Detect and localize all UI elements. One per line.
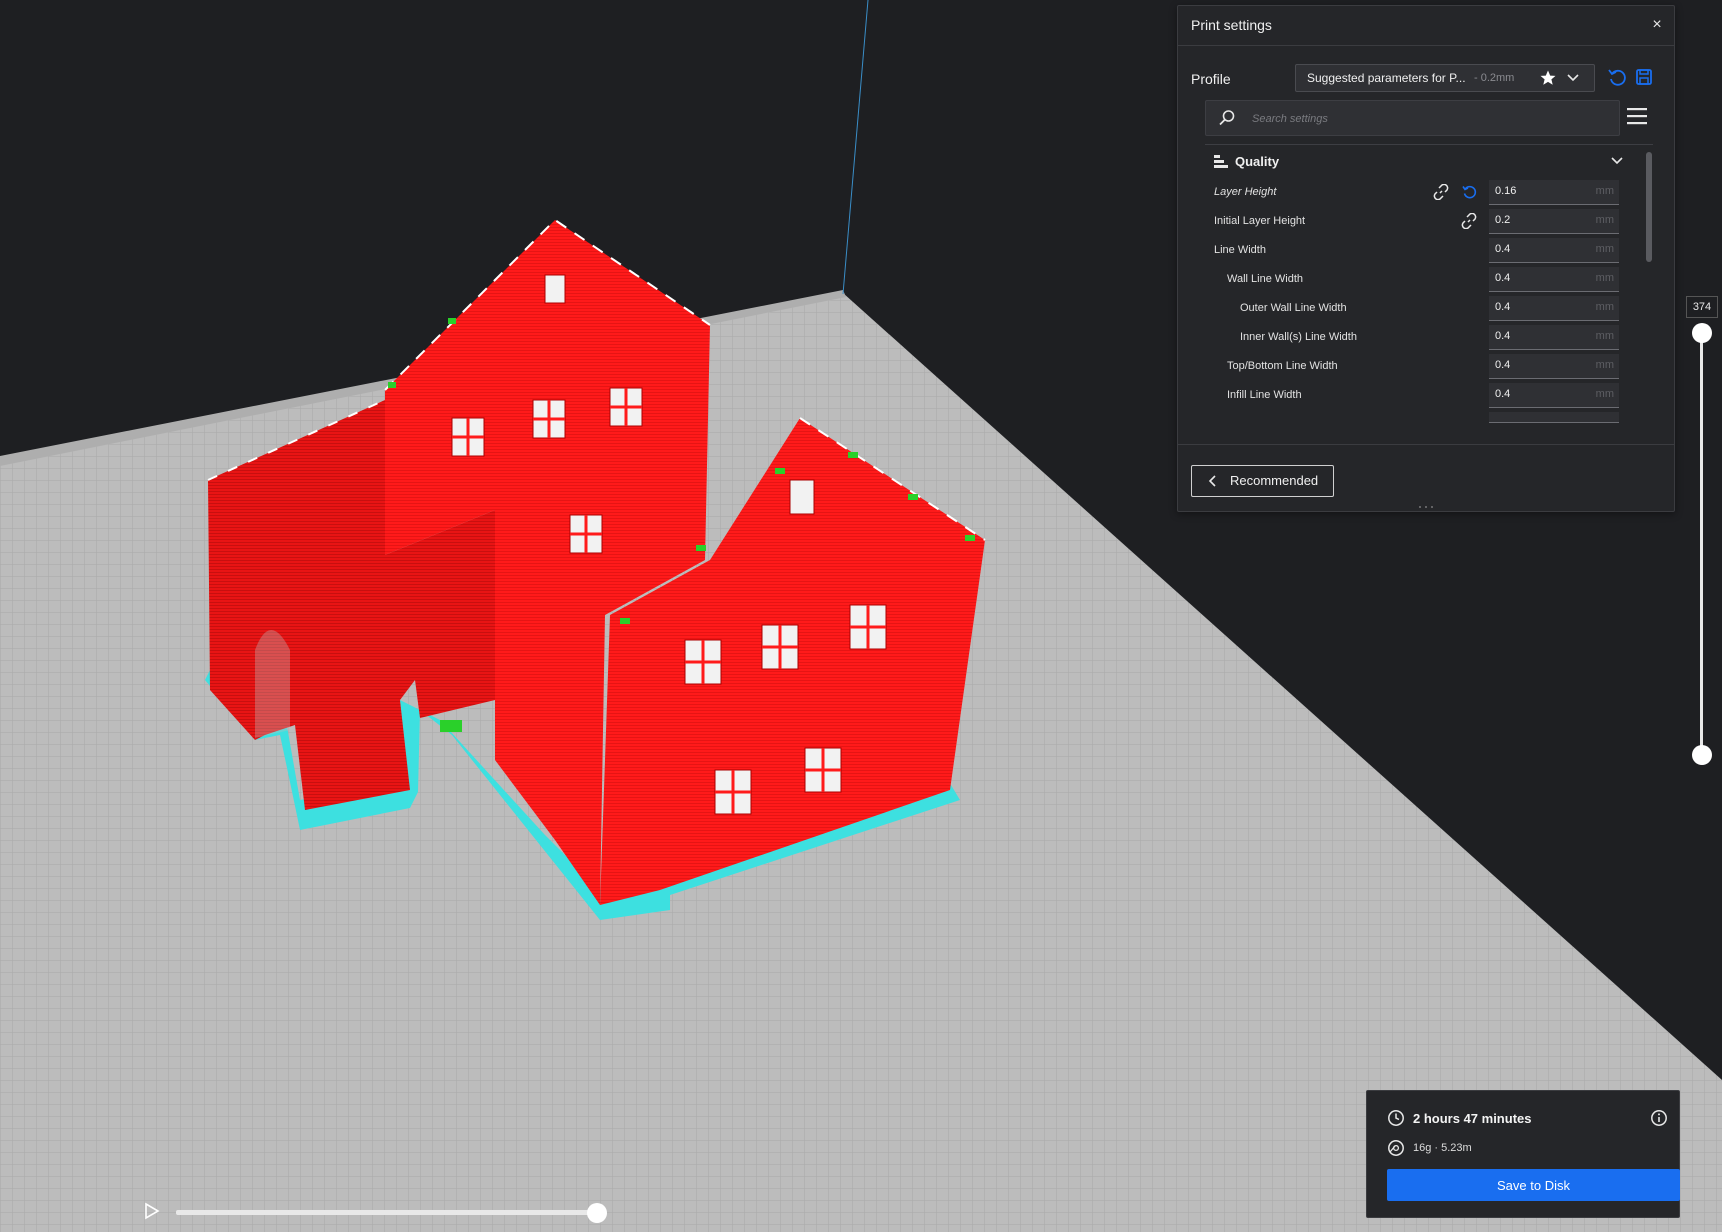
save-profile-icon[interactable] xyxy=(1633,66,1655,88)
recommended-label: Recommended xyxy=(1230,473,1319,488)
field-unit: mm xyxy=(1595,185,1614,197)
search-icon xyxy=(1219,110,1235,126)
field-unit: mm xyxy=(1595,272,1614,284)
setting-next-partial xyxy=(1205,410,1645,439)
category-quality[interactable]: Quality xyxy=(1205,145,1645,177)
field-unit: mm xyxy=(1595,243,1614,255)
top-bottom-line-width-field[interactable]: 0.4 mm xyxy=(1489,354,1619,379)
field-value: 0.4 xyxy=(1495,388,1511,400)
infill-line-width-field[interactable]: 0.4 mm xyxy=(1489,383,1619,408)
star-icon[interactable] xyxy=(1539,69,1557,87)
setting-label: Inner Wall(s) Line Width xyxy=(1240,331,1357,343)
next-field-partial[interactable] xyxy=(1489,412,1619,423)
setting-wall-line-width: Wall Line Width 0.4 mm xyxy=(1205,265,1645,294)
print-time: 2 hours 47 minutes xyxy=(1413,1111,1532,1126)
profile-dropdown[interactable]: Suggested parameters for P... - 0.2mm xyxy=(1295,64,1595,92)
category-label: Quality xyxy=(1235,154,1280,169)
spool-icon xyxy=(1388,1140,1404,1156)
wall-line-width-field[interactable]: 0.4 mm xyxy=(1489,267,1619,292)
search-input[interactable] xyxy=(1250,107,1614,131)
profile-name: Suggested parameters for P... xyxy=(1307,71,1466,85)
outer-wall-line-width-field[interactable]: 0.4 mm xyxy=(1489,296,1619,321)
panel-footer: Recommended xyxy=(1178,444,1674,512)
field-value: 0.4 xyxy=(1495,359,1511,371)
reset-setting-icon[interactable] xyxy=(1461,184,1477,200)
save-to-disk-button[interactable]: Save to Disk xyxy=(1387,1169,1680,1201)
panel-title: Print settings xyxy=(1191,17,1272,33)
profile-suffix: - 0.2mm xyxy=(1474,72,1515,84)
setting-top-bottom-line-width: Top/Bottom Line Width 0.4 mm xyxy=(1205,352,1645,381)
reset-profile-icon[interactable] xyxy=(1606,66,1628,88)
link-icon xyxy=(1433,184,1449,200)
field-value: 0.4 xyxy=(1495,272,1511,284)
field-value: 0.4 xyxy=(1495,330,1511,342)
setting-label: Wall Line Width xyxy=(1227,273,1304,285)
setting-label: Top/Bottom Line Width xyxy=(1227,360,1338,372)
chevron-down-icon xyxy=(1611,157,1623,165)
chevron-left-icon xyxy=(1208,475,1216,487)
field-value: 0.4 xyxy=(1495,243,1511,255)
print-settings-panel: Print settings × Profile Suggested param… xyxy=(1177,5,1675,512)
profile-label: Profile xyxy=(1191,71,1231,87)
search-box[interactable] xyxy=(1205,100,1620,136)
field-unit: mm xyxy=(1595,214,1614,226)
clock-icon xyxy=(1388,1110,1404,1126)
simulation-progress-handle[interactable] xyxy=(587,1203,607,1223)
setting-label: Line Width xyxy=(1214,244,1266,256)
link-icon xyxy=(1461,213,1477,229)
setting-label: Infill Line Width xyxy=(1227,389,1302,401)
line-width-field[interactable]: 0.4 mm xyxy=(1489,238,1619,263)
material-usage: 16g · 5.23m xyxy=(1413,1142,1472,1154)
setting-layer-height: Layer Height 0.16 mm xyxy=(1205,178,1645,207)
field-value: 0.16 xyxy=(1495,185,1517,197)
quality-icon xyxy=(1214,155,1228,168)
layer-slider-track[interactable] xyxy=(1700,332,1703,754)
info-icon[interactable] xyxy=(1650,1109,1668,1127)
settings-scrollbar[interactable] xyxy=(1646,144,1653,444)
settings-list: Quality Layer Height 0.16 mm Initial Lay… xyxy=(1205,144,1653,445)
setting-label: Layer Height xyxy=(1214,186,1277,198)
field-value: 0.4 xyxy=(1495,301,1511,313)
recommended-button[interactable]: Recommended xyxy=(1191,465,1334,497)
layer-height-field[interactable]: 0.16 mm xyxy=(1489,180,1619,205)
setting-label: Outer Wall Line Width xyxy=(1240,302,1347,314)
print-info-panel: 2 hours 47 minutes 16g · 5.23m Save to D… xyxy=(1366,1090,1680,1218)
setting-infill-line-width: Infill Line Width 0.4 mm xyxy=(1205,381,1645,410)
setting-outer-wall-line-width: Outer Wall Line Width 0.4 mm xyxy=(1205,294,1645,323)
resize-handle-icon[interactable] xyxy=(1416,505,1436,509)
inner-wall-line-width-field[interactable]: 0.4 mm xyxy=(1489,325,1619,350)
field-value: 0.2 xyxy=(1495,214,1511,226)
panel-header: Print settings × xyxy=(1178,6,1674,46)
field-unit: mm xyxy=(1595,388,1614,400)
layer-slider-bottom-handle[interactable] xyxy=(1692,745,1712,765)
setting-inner-wall-line-width: Inner Wall(s) Line Width 0.4 mm xyxy=(1205,323,1645,352)
scrollbar-thumb[interactable] xyxy=(1646,152,1652,262)
simulation-progress-track[interactable] xyxy=(176,1210,597,1215)
layer-slider-top-handle[interactable] xyxy=(1692,323,1712,343)
setting-label: Initial Layer Height xyxy=(1214,215,1306,227)
settings-menu-icon[interactable] xyxy=(1626,106,1648,126)
layer-number-input[interactable]: 374 xyxy=(1686,296,1718,318)
setting-line-width: Line Width 0.4 mm xyxy=(1205,236,1645,265)
field-unit: mm xyxy=(1595,359,1614,371)
chevron-down-icon xyxy=(1567,74,1579,82)
setting-initial-layer-height: Initial Layer Height 0.2 mm xyxy=(1205,207,1645,236)
close-icon[interactable]: × xyxy=(1646,14,1668,36)
field-unit: mm xyxy=(1595,301,1614,313)
initial-layer-height-field[interactable]: 0.2 mm xyxy=(1489,209,1619,234)
play-icon[interactable] xyxy=(143,1202,161,1220)
field-unit: mm xyxy=(1595,330,1614,342)
